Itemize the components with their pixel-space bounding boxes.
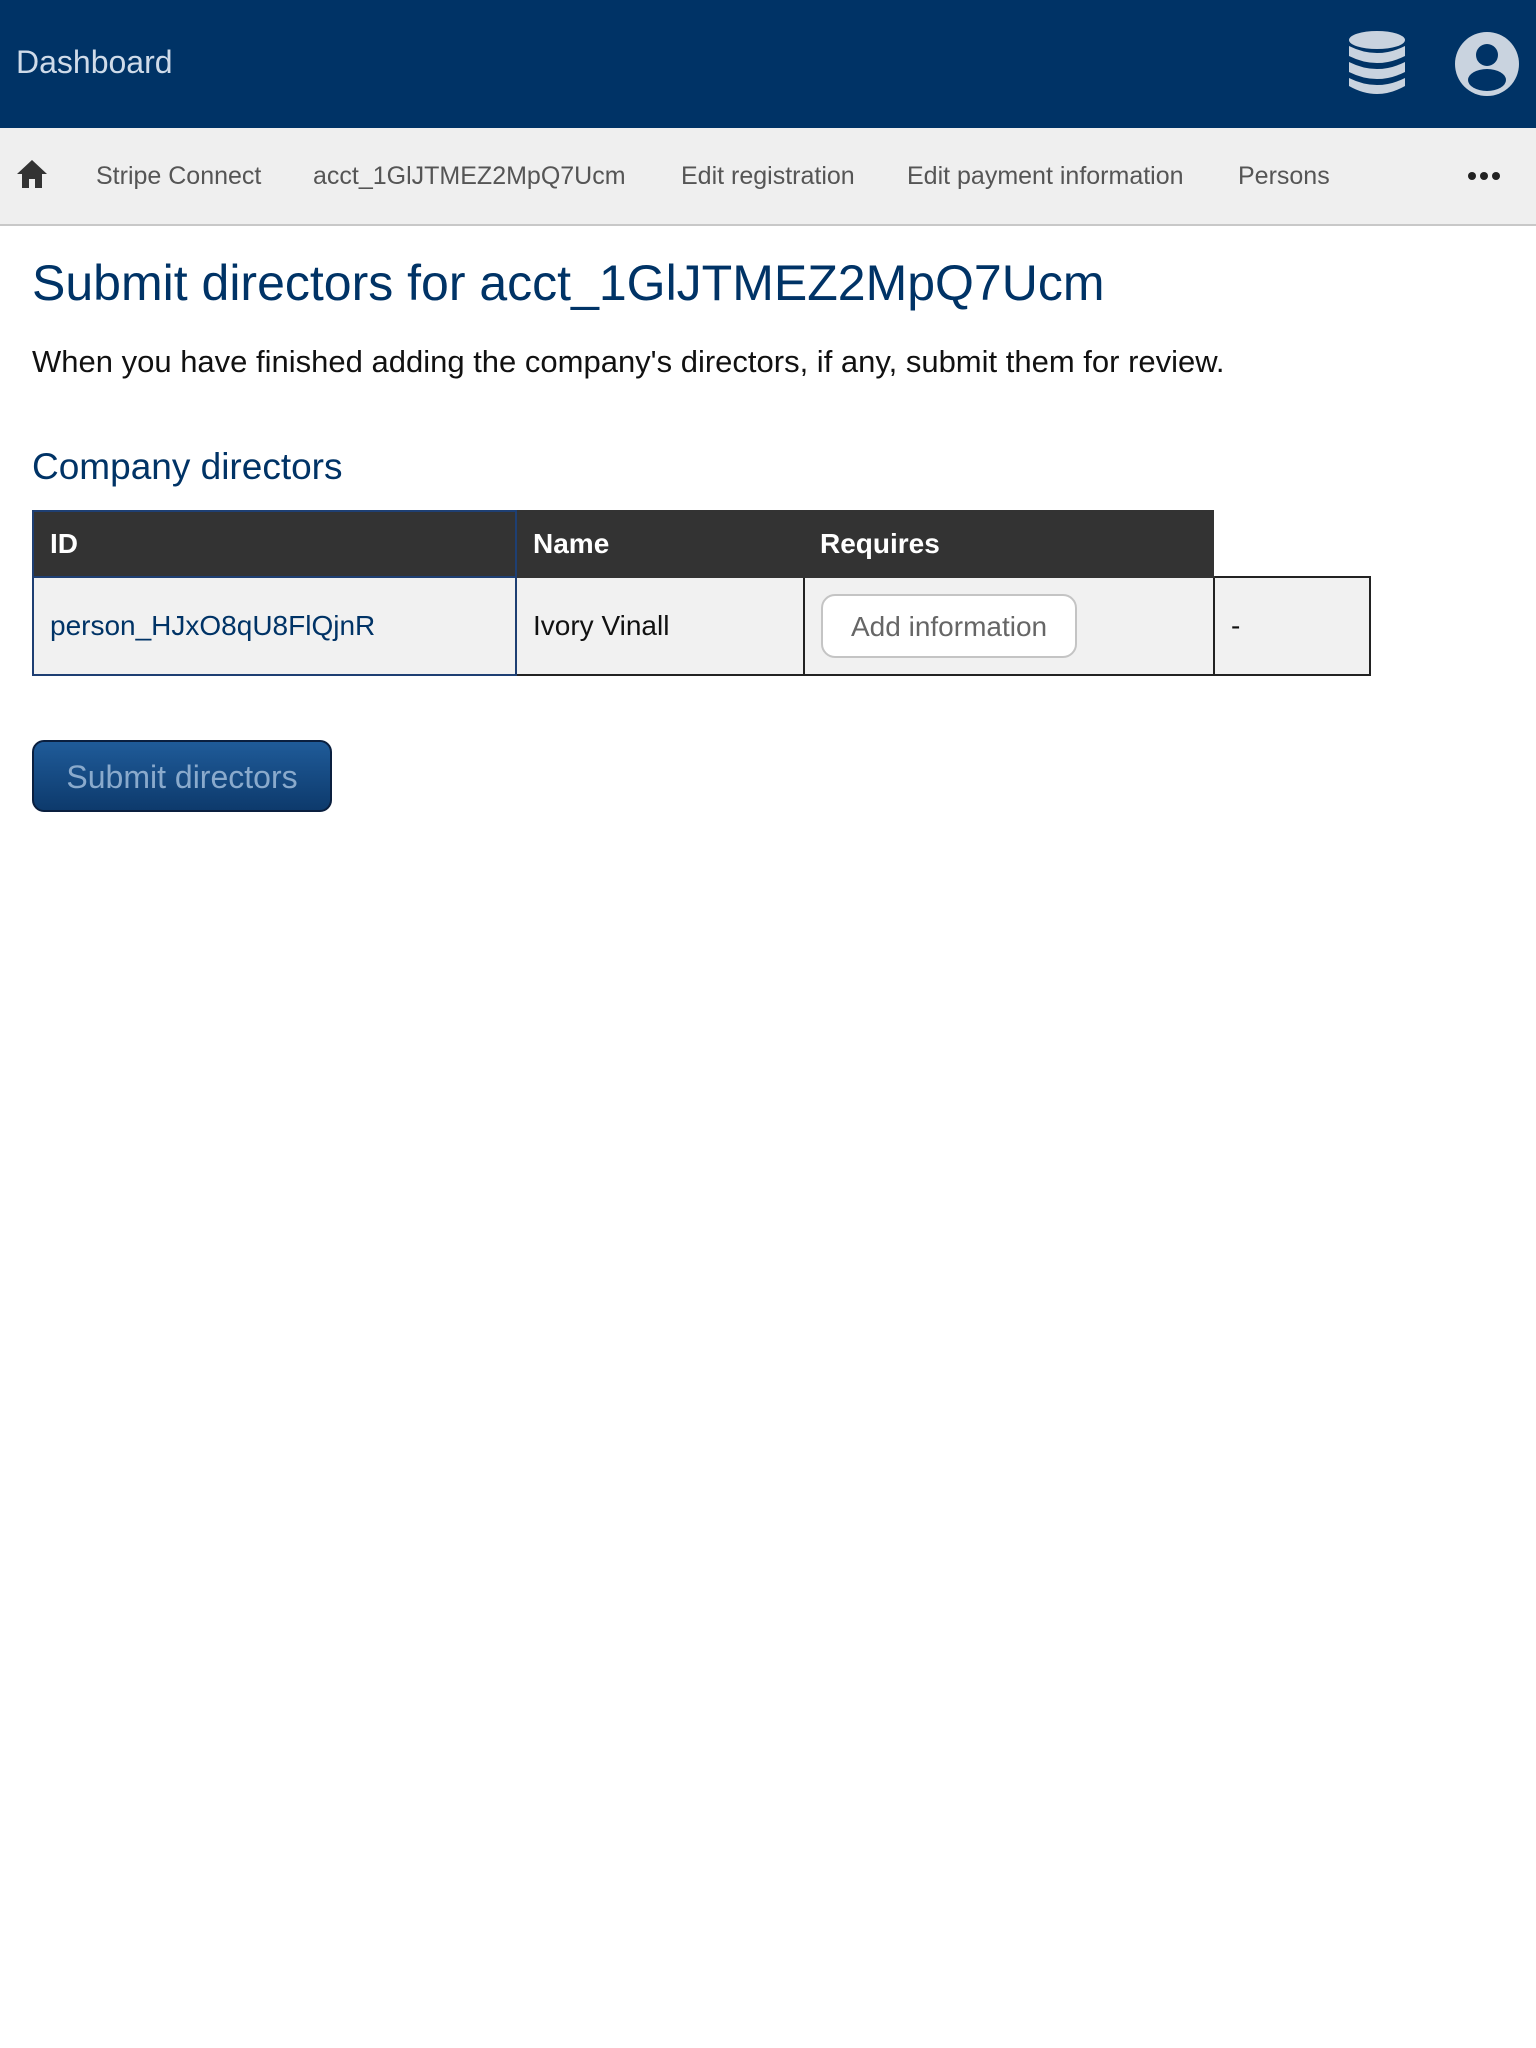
cell-requires: Add information xyxy=(803,576,1215,676)
column-header-id: ID xyxy=(32,510,517,578)
nav-item-persons[interactable]: Persons xyxy=(1238,158,1330,194)
user-account-icon[interactable] xyxy=(1454,30,1520,98)
dashboard-link[interactable]: Dashboard xyxy=(16,40,173,84)
nav-item-stripe-connect[interactable]: Stripe Connect xyxy=(96,158,261,194)
nav-item-edit-payment-information[interactable]: Edit payment information xyxy=(907,158,1184,194)
breadcrumb-nav: Stripe Connect acct_1GlJTMEZ2MpQ7Ucm Edi… xyxy=(0,128,1536,226)
nav-item-account[interactable]: acct_1GlJTMEZ2MpQ7Ucm xyxy=(313,158,626,194)
home-icon[interactable] xyxy=(14,154,50,194)
submit-directors-button[interactable]: Submit directors xyxy=(32,740,332,812)
person-id-link[interactable]: person_HJxO8qU8FlQjnR xyxy=(50,610,375,641)
cell-name: Ivory Vinall xyxy=(515,576,805,676)
cell-extra: - xyxy=(1213,576,1371,676)
table-row: person_HJxO8qU8FlQjnR Ivory Vinall Add i… xyxy=(32,576,1371,676)
intro-text: When you have finished adding the compan… xyxy=(32,344,1225,379)
page-title: Submit directors for acct_1GlJTMEZ2MpQ7U… xyxy=(32,255,1105,311)
database-icon[interactable] xyxy=(1344,30,1410,98)
add-information-button[interactable]: Add information xyxy=(821,594,1078,658)
column-header-name: Name xyxy=(516,510,804,578)
more-dots-icon[interactable] xyxy=(1466,158,1502,194)
directors-table: ID Name Requires person_HJxO8qU8FlQjnR I… xyxy=(32,510,1371,676)
column-header-empty xyxy=(1214,511,1370,577)
top-header: Dashboard xyxy=(0,0,1536,128)
section-title: Company directors xyxy=(32,446,343,487)
cell-id: person_HJxO8qU8FlQjnR xyxy=(32,576,517,676)
column-header-requires: Requires xyxy=(804,510,1214,578)
table-header-row: ID Name Requires xyxy=(32,510,1370,578)
nav-item-edit-registration[interactable]: Edit registration xyxy=(681,158,855,194)
